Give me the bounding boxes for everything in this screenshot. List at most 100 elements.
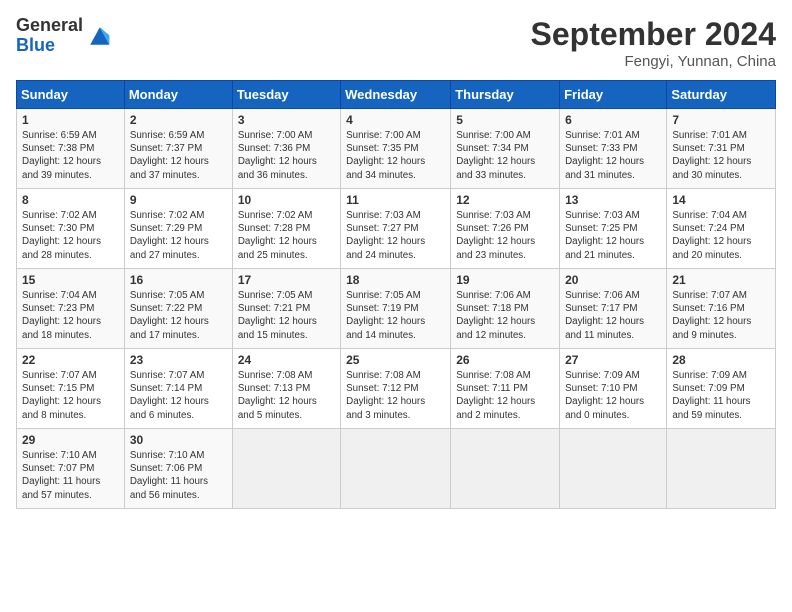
month-title: September 2024	[531, 16, 776, 53]
logo: General Blue	[16, 16, 111, 56]
table-row: 16Sunrise: 7:05 AMSunset: 7:22 PMDayligh…	[124, 269, 232, 349]
day-number: 22	[22, 353, 119, 367]
day-number: 27	[565, 353, 661, 367]
day-info: Sunrise: 7:02 AMSunset: 7:28 PMDaylight:…	[238, 209, 335, 262]
title-block: September 2024 Fengyi, Yunnan, China	[531, 16, 776, 70]
day-number: 17	[238, 273, 335, 287]
col-wednesday: Wednesday	[341, 81, 451, 109]
location: Fengyi, Yunnan, China	[531, 53, 776, 70]
calendar-week-row: 22 Sunrise: 7:07 AMSunset: 7:15 PMDayligh…	[17, 349, 776, 429]
table-row	[232, 429, 340, 509]
day-info: Sunrise: 7:00 AMSunset: 7:36 PMDaylight:…	[238, 129, 335, 182]
calendar-week-row: 29 Sunrise: 7:10 AMSunset: 7:07 PMDayligh…	[17, 429, 776, 509]
day-info: Sunrise: 7:05 AMSunset: 7:21 PMDaylight:…	[238, 289, 335, 342]
day-number: 7	[672, 113, 770, 127]
table-row: 25 Sunrise: 7:08 AMSunset: 7:12 PMDayligh…	[341, 349, 451, 429]
day-info: Sunrise: 7:08 AMSunset: 7:11 PMDaylight:…	[456, 369, 554, 422]
day-info: Sunrise: 7:10 AMSunset: 7:07 PMDaylight:…	[22, 449, 119, 502]
table-row: 17 Sunrise: 7:05 AMSunset: 7:21 PMDayligh…	[232, 269, 340, 349]
table-row: 19 Sunrise: 7:06 AMSunset: 7:18 PMDayligh…	[451, 269, 560, 349]
calendar-week-row: 8Sunrise: 7:02 AMSunset: 7:30 PMDaylight…	[17, 189, 776, 269]
day-info: Sunrise: 7:08 AMSunset: 7:13 PMDaylight:…	[238, 369, 335, 422]
day-info: Sunrise: 6:59 AMSunset: 7:37 PMDaylight:…	[130, 129, 227, 182]
table-row: 22 Sunrise: 7:07 AMSunset: 7:15 PMDayligh…	[17, 349, 125, 429]
day-info: Sunrise: 7:03 AMSunset: 7:26 PMDaylight:…	[456, 209, 554, 262]
day-number: 30	[130, 433, 227, 447]
day-number: 14	[672, 193, 770, 207]
table-row: 29 Sunrise: 7:10 AMSunset: 7:07 PMDayligh…	[17, 429, 125, 509]
day-info: Sunrise: 7:07 AMSunset: 7:16 PMDaylight:…	[672, 289, 770, 342]
day-info: Sunrise: 7:03 AMSunset: 7:27 PMDaylight:…	[346, 209, 445, 262]
table-row: 8Sunrise: 7:02 AMSunset: 7:30 PMDaylight…	[17, 189, 125, 269]
day-info: Sunrise: 7:08 AMSunset: 7:12 PMDaylight:…	[346, 369, 445, 422]
col-saturday: Saturday	[667, 81, 776, 109]
calendar-week-row: 1 Sunrise: 6:59 AMSunset: 7:38 PMDaylight…	[17, 109, 776, 189]
table-row: 20 Sunrise: 7:06 AMSunset: 7:17 PMDayligh…	[560, 269, 667, 349]
table-row: 12Sunrise: 7:03 AMSunset: 7:26 PMDayligh…	[451, 189, 560, 269]
day-number: 9	[130, 193, 227, 207]
table-row: 27Sunrise: 7:09 AMSunset: 7:10 PMDayligh…	[560, 349, 667, 429]
table-row: 7 Sunrise: 7:01 AMSunset: 7:31 PMDaylight…	[667, 109, 776, 189]
col-monday: Monday	[124, 81, 232, 109]
day-number: 2	[130, 113, 227, 127]
table-row: 10 Sunrise: 7:02 AMSunset: 7:28 PMDayligh…	[232, 189, 340, 269]
day-info: Sunrise: 7:06 AMSunset: 7:18 PMDaylight:…	[456, 289, 554, 342]
day-number: 15	[22, 273, 119, 287]
day-number: 29	[22, 433, 119, 447]
table-row: 4 Sunrise: 7:00 AMSunset: 7:35 PMDaylight…	[341, 109, 451, 189]
day-number: 19	[456, 273, 554, 287]
col-friday: Friday	[560, 81, 667, 109]
day-info: Sunrise: 7:01 AMSunset: 7:31 PMDaylight:…	[672, 129, 770, 182]
day-info: Sunrise: 7:07 AMSunset: 7:15 PMDaylight:…	[22, 369, 119, 422]
day-number: 21	[672, 273, 770, 287]
day-number: 5	[456, 113, 554, 127]
day-info: Sunrise: 7:02 AMSunset: 7:29 PMDaylight:…	[130, 209, 227, 262]
day-number: 1	[22, 113, 119, 127]
table-row: 24Sunrise: 7:08 AMSunset: 7:13 PMDayligh…	[232, 349, 340, 429]
table-row	[560, 429, 667, 509]
day-number: 4	[346, 113, 445, 127]
day-info: Sunrise: 7:00 AMSunset: 7:34 PMDaylight:…	[456, 129, 554, 182]
day-info: Sunrise: 7:07 AMSunset: 7:14 PMDaylight:…	[130, 369, 227, 422]
table-row	[451, 429, 560, 509]
page-header: General Blue September 2024 Fengyi, Yunn…	[16, 16, 776, 70]
day-number: 25	[346, 353, 445, 367]
day-info: Sunrise: 7:09 AMSunset: 7:09 PMDaylight:…	[672, 369, 770, 422]
table-row: 6 Sunrise: 7:01 AMSunset: 7:33 PMDaylight…	[560, 109, 667, 189]
day-number: 26	[456, 353, 554, 367]
day-number: 23	[130, 353, 227, 367]
calendar-header-row: Sunday Monday Tuesday Wednesday Thursday…	[17, 81, 776, 109]
day-info: Sunrise: 7:04 AMSunset: 7:23 PMDaylight:…	[22, 289, 119, 342]
table-row: 21 Sunrise: 7:07 AMSunset: 7:16 PMDayligh…	[667, 269, 776, 349]
day-number: 16	[130, 273, 227, 287]
logo-blue-text: Blue	[16, 36, 83, 56]
logo-icon	[87, 24, 111, 48]
table-row: 5 Sunrise: 7:00 AMSunset: 7:34 PMDaylight…	[451, 109, 560, 189]
table-row: 15 Sunrise: 7:04 AMSunset: 7:23 PMDayligh…	[17, 269, 125, 349]
table-row: 1 Sunrise: 6:59 AMSunset: 7:38 PMDaylight…	[17, 109, 125, 189]
day-number: 3	[238, 113, 335, 127]
day-info: Sunrise: 6:59 AMSunset: 7:38 PMDaylight:…	[22, 129, 119, 182]
day-number: 6	[565, 113, 661, 127]
table-row: 3 Sunrise: 7:00 AMSunset: 7:36 PMDaylight…	[232, 109, 340, 189]
logo-general-text: General	[16, 16, 83, 36]
day-number: 10	[238, 193, 335, 207]
calendar-table: Sunday Monday Tuesday Wednesday Thursday…	[16, 80, 776, 509]
table-row: 13Sunrise: 7:03 AMSunset: 7:25 PMDayligh…	[560, 189, 667, 269]
day-info: Sunrise: 7:05 AMSunset: 7:19 PMDaylight:…	[346, 289, 445, 342]
day-number: 18	[346, 273, 445, 287]
day-info: Sunrise: 7:06 AMSunset: 7:17 PMDaylight:…	[565, 289, 661, 342]
col-sunday: Sunday	[17, 81, 125, 109]
day-info: Sunrise: 7:00 AMSunset: 7:35 PMDaylight:…	[346, 129, 445, 182]
table-row: 30 Sunrise: 7:10 AMSunset: 7:06 PMDayligh…	[124, 429, 232, 509]
col-thursday: Thursday	[451, 81, 560, 109]
day-number: 20	[565, 273, 661, 287]
table-row	[667, 429, 776, 509]
day-info: Sunrise: 7:10 AMSunset: 7:06 PMDaylight:…	[130, 449, 227, 502]
table-row: 23 Sunrise: 7:07 AMSunset: 7:14 PMDayligh…	[124, 349, 232, 429]
table-row	[341, 429, 451, 509]
day-info: Sunrise: 7:01 AMSunset: 7:33 PMDaylight:…	[565, 129, 661, 182]
table-row: 11Sunrise: 7:03 AMSunset: 7:27 PMDayligh…	[341, 189, 451, 269]
table-row: 14Sunrise: 7:04 AMSunset: 7:24 PMDayligh…	[667, 189, 776, 269]
day-number: 8	[22, 193, 119, 207]
